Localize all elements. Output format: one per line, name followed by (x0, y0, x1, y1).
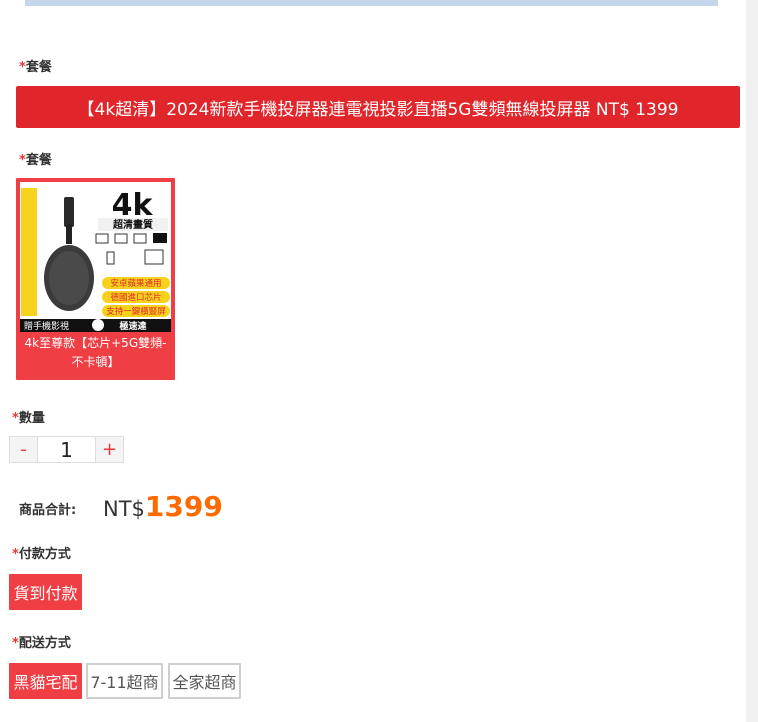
required-mark: * (19, 153, 26, 168)
image-4k-text: 4k (112, 188, 154, 223)
package-option-caption: 4k至尊款【芯片+5G雙頻-不卡頓】 (24, 336, 167, 369)
total-label: 商品合計: (19, 503, 77, 518)
image-badge-2: 德國進口芯片 (110, 292, 161, 303)
image-badge-3: 支持一鍵橫豎屏 (106, 306, 166, 317)
shipping-label: *配送方式 (12, 632, 71, 651)
image-footer-left: 贈手機影視 (24, 320, 69, 332)
payment-option-cod[interactable]: 貨到付款 (9, 574, 82, 610)
shipping-option-familymart[interactable]: 全家超商 (168, 663, 241, 699)
quantity-decrease-button[interactable]: - (10, 437, 37, 462)
total-price: NT$ 1399 (103, 490, 223, 523)
quantity-label-text: 數量 (18, 411, 45, 426)
quantity-increase-button[interactable]: + (96, 437, 123, 462)
quantity-stepper: - 1 + (9, 436, 124, 463)
package-banner-text: 【4k超清】2024新款手機投屏器連電視投影直播5G雙頻無線投屏器 NT$ 13… (77, 99, 679, 120)
image-badge-1: 安卓蘋果通用 (110, 278, 161, 289)
product-image: 4k 超清畫質 安卓蘋果通用 德國進口芯片 支持一鍵橫豎屏 贈手機影視 極速達 (20, 182, 171, 332)
package-label-text: 套餐 (25, 60, 52, 75)
shipping-option-black-cat[interactable]: 黑貓宅配 (9, 663, 82, 699)
image-sub-text: 超清畫質 (112, 218, 153, 231)
required-mark: * (19, 60, 26, 75)
top-divider-bar (25, 0, 718, 6)
package-label: *套餐 (19, 56, 52, 75)
package-option-label: *套餐 (19, 149, 52, 168)
total-amount: 1399 (144, 490, 223, 523)
required-mark: * (12, 411, 19, 426)
quantity-input[interactable]: 1 (37, 437, 96, 462)
shipping-option-711[interactable]: 7-11超商 (86, 663, 163, 699)
required-mark: * (12, 636, 19, 651)
package-option-card[interactable]: 4k 超清畫質 安卓蘋果通用 德國進口芯片 支持一鍵橫豎屏 贈手機影視 極速達 … (16, 178, 175, 380)
package-option-label-text: 套餐 (25, 153, 52, 168)
payment-label: *付款方式 (12, 543, 71, 562)
product-image-svg: 4k 超清畫質 安卓蘋果通用 德國進口芯片 支持一鍵橫豎屏 贈手機影視 極速達 (20, 182, 171, 332)
payment-label-text: 付款方式 (18, 547, 71, 562)
total-currency: NT$ (103, 497, 145, 521)
image-footer-right: 極速達 (118, 320, 146, 332)
scrollbar[interactable] (746, 0, 758, 722)
package-banner[interactable]: 【4k超清】2024新款手機投屏器連電視投影直播5G雙頻無線投屏器 NT$ 13… (16, 86, 740, 128)
required-mark: * (12, 547, 19, 562)
quantity-label: *數量 (12, 407, 45, 426)
shipping-label-text: 配送方式 (18, 636, 71, 651)
